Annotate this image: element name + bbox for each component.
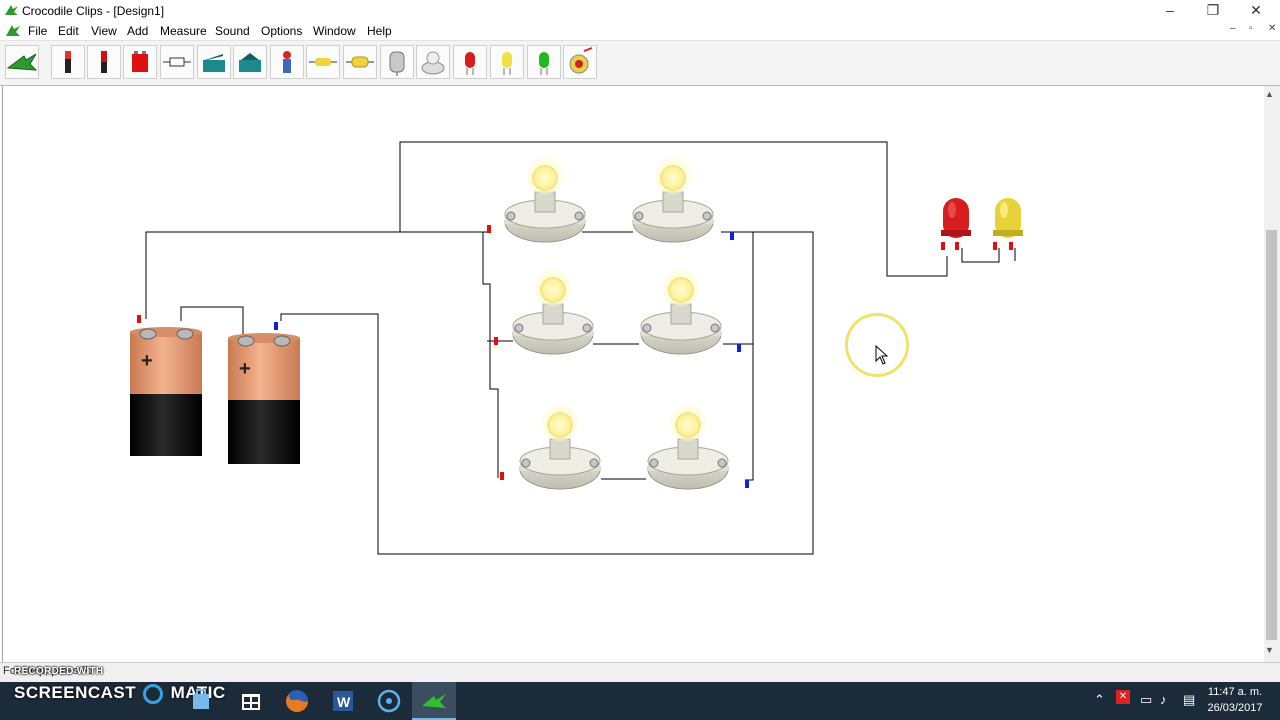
variable-resistor-tool[interactable] (343, 45, 377, 79)
battery-icon (101, 51, 107, 73)
menu-edit[interactable]: Edit (58, 24, 79, 38)
crocodile-clips-taskbar-button[interactable] (412, 682, 456, 720)
bulbs (504, 158, 729, 490)
volume-icon[interactable]: ♪ (1160, 692, 1167, 707)
battery-1-plus-sign: + (141, 350, 153, 372)
crocodile-tool[interactable] (5, 45, 39, 79)
red-led-tool[interactable] (453, 45, 487, 79)
menu-add[interactable]: Add (127, 24, 148, 38)
clock-date[interactable]: 26/03/2017 (1200, 702, 1270, 714)
screencast-icon[interactable] (374, 686, 404, 716)
menu-help[interactable]: Help (367, 24, 392, 38)
buzzer-icon (569, 47, 593, 74)
crocodile-doc-icon (6, 25, 20, 36)
switch-two-way-icon (239, 53, 261, 72)
watermark-caption: RECORDED WITH (14, 666, 104, 677)
fuse-tool[interactable] (160, 45, 194, 79)
firefox-icon[interactable] (282, 686, 312, 716)
cell-icon (65, 51, 71, 73)
watermark-main-text: SCREENCAST (14, 683, 137, 702)
battery-pack-icon (132, 51, 148, 72)
circuit-diagram: + + (130, 141, 1023, 555)
bulb-icon (421, 51, 445, 75)
buzzer-tool[interactable] (563, 45, 597, 79)
menu-view[interactable]: View (91, 24, 117, 38)
menu-file[interactable]: File (28, 24, 47, 38)
green-led-tool[interactable] (527, 45, 561, 79)
yellow-led[interactable] (993, 198, 1023, 238)
svg-text:W: W (337, 694, 351, 710)
store-bag-icon[interactable] (236, 686, 266, 716)
resistor-tool[interactable] (306, 45, 340, 79)
window-title: Crocodile Clips - [Design1] (22, 4, 165, 18)
yellow-led-icon (502, 52, 512, 75)
title-bar: Crocodile Clips - [Design1] – ❐ ✕ (0, 0, 1280, 22)
red-led-icon (465, 52, 475, 75)
menu-options[interactable]: Options (261, 24, 302, 38)
close-button[interactable]: ✕ (1236, 0, 1276, 22)
push-switch-tool[interactable] (270, 45, 304, 79)
mdi-minimize-button[interactable]: – (1230, 23, 1236, 34)
resistor-icon (309, 58, 337, 66)
scroll-down-icon[interactable]: ▼ (1265, 645, 1274, 655)
mdi-restore-button[interactable]: ▫ (1249, 23, 1253, 34)
menu-sound[interactable]: Sound (215, 24, 250, 38)
battery-1[interactable]: + (130, 327, 202, 456)
tray-app-icon[interactable]: ✕ (1116, 690, 1130, 704)
battery-2[interactable]: + (228, 333, 300, 464)
crocodile-clips-icon (422, 694, 446, 708)
store-icon[interactable] (186, 686, 216, 716)
battery-2-plus-sign: + (239, 358, 251, 380)
light-bulb-6[interactable] (647, 405, 729, 490)
cell-tool[interactable] (51, 45, 85, 79)
switch-tool[interactable] (197, 45, 231, 79)
mouse-cursor-icon (875, 345, 889, 365)
green-led-icon (539, 52, 549, 75)
component-toolbar (0, 40, 1280, 86)
switch-two-way-tool[interactable] (233, 45, 267, 79)
scroll-up-icon[interactable]: ▲ (1265, 89, 1274, 99)
mdi-close-button[interactable]: ✕ (1268, 23, 1276, 34)
light-bulb-3[interactable] (512, 270, 594, 355)
tray-chevron-icon[interactable]: ⌃ (1094, 692, 1105, 708)
network-icon[interactable]: ▭ (1140, 692, 1152, 708)
battery-tool[interactable] (87, 45, 121, 79)
minimize-button[interactable]: – (1150, 0, 1190, 22)
motor-tool[interactable] (380, 45, 414, 79)
light-bulb-4[interactable] (640, 270, 722, 355)
switch-icon (203, 54, 225, 72)
crocodile-icon (6, 53, 38, 71)
clock-time[interactable]: 11:47 a. m. (1200, 686, 1270, 698)
light-bulb-5[interactable] (519, 405, 601, 490)
word-icon[interactable]: W (328, 686, 358, 716)
yellow-led-tool[interactable] (490, 45, 524, 79)
watermark-o-icon (143, 683, 164, 704)
menu-window[interactable]: Window (313, 24, 356, 38)
notification-icon[interactable]: ▤ (1183, 692, 1195, 708)
motor-icon (389, 51, 405, 76)
red-led[interactable] (941, 198, 971, 238)
crocodile-app-icon (5, 5, 18, 15)
bulb-tool[interactable] (416, 45, 450, 79)
light-bulb-2[interactable] (632, 158, 714, 243)
push-switch-icon (283, 51, 291, 73)
menu-measure[interactable]: Measure (160, 24, 207, 38)
scrollbar-thumb[interactable] (1266, 230, 1277, 640)
light-bulb-1[interactable] (504, 158, 586, 243)
restore-button[interactable]: ❐ (1193, 0, 1233, 22)
circuit-canvas[interactable]: + + (2, 86, 1265, 662)
fuse-icon (163, 57, 191, 67)
menu-bar: File Edit View Add Measure Sound Options… (0, 22, 1280, 40)
status-bar (0, 662, 1280, 683)
battery-pack-tool[interactable] (123, 45, 157, 79)
variable-resistor-icon (346, 56, 374, 68)
